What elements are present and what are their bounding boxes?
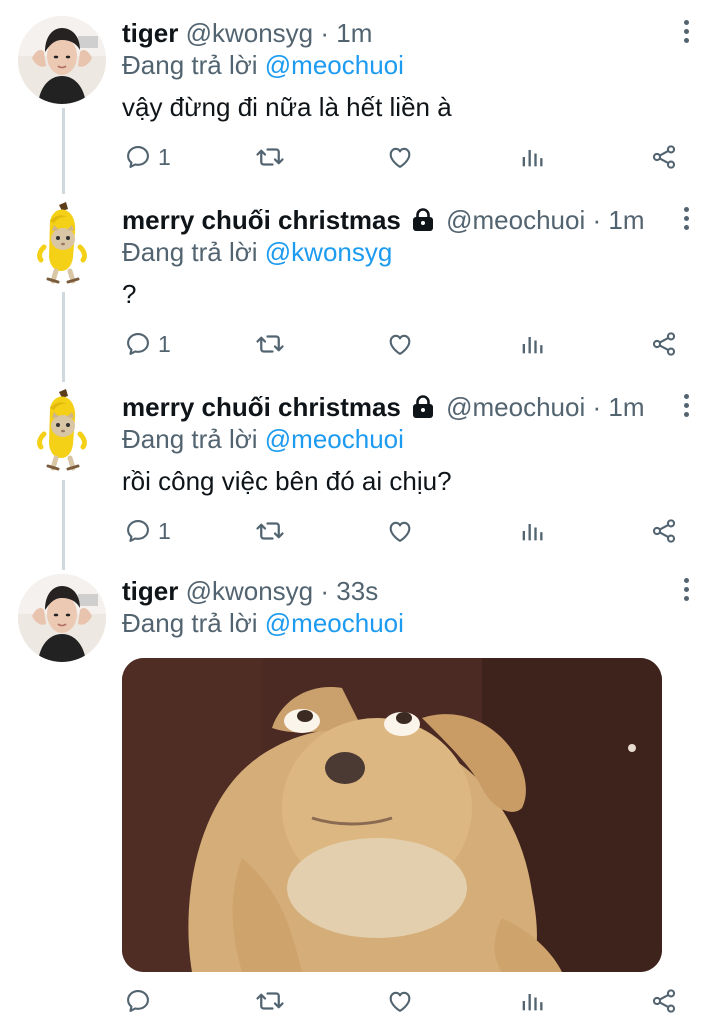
tweet-actions (0, 986, 720, 1016)
reply-count: 1 (158, 330, 171, 357)
tweet-actions: 1 (0, 142, 720, 172)
mention-link[interactable]: @meochuoi (265, 608, 404, 638)
more-options-icon[interactable] (682, 394, 690, 420)
timestamp[interactable]: 1m (608, 205, 644, 235)
reply-count: 1 (158, 143, 171, 170)
person-avatar[interactable] (18, 574, 106, 662)
heart-icon (386, 517, 414, 545)
more-options-icon[interactable] (682, 207, 690, 233)
replying-to-label: Đang trả lời (122, 237, 265, 267)
share-button[interactable] (650, 986, 678, 1016)
retweet-button[interactable] (255, 986, 285, 1016)
more-options-icon[interactable] (682, 578, 690, 604)
heart-icon (386, 330, 414, 358)
retweet-icon (255, 516, 285, 546)
tweet-text: rồi công việc bên đó ai chịu? (122, 466, 452, 496)
replying-to-label: Đang trả lời (122, 50, 265, 80)
like-button[interactable] (386, 986, 414, 1016)
stats-icon (518, 143, 546, 171)
separator-dot: · (320, 576, 330, 606)
analytics-button[interactable] (518, 986, 546, 1016)
lock-icon (411, 395, 435, 419)
mention-link[interactable]: @meochuoi (265, 424, 404, 454)
share-button[interactable] (650, 142, 678, 172)
replying-to-label: Đang trả lời (122, 424, 265, 454)
replying-to: Đang trả lời @meochuoi (122, 48, 404, 82)
display-name[interactable]: merry chuối christmas (122, 205, 401, 235)
handle[interactable]: @kwonsyg (186, 18, 314, 48)
analytics-button[interactable] (518, 516, 546, 546)
share-icon (650, 517, 678, 545)
tweet-header: tiger @kwonsyg · 1m (122, 16, 372, 50)
share-icon (650, 987, 678, 1015)
stats-icon (518, 517, 546, 545)
banana-cat-avatar[interactable] (18, 386, 106, 474)
retweet-button[interactable] (255, 516, 285, 546)
handle[interactable]: @meochuoi (446, 205, 585, 235)
reply-icon (124, 330, 152, 358)
replying-to: Đang trả lời @meochuoi (122, 422, 404, 456)
like-button[interactable] (386, 329, 414, 359)
tweet[interactable]: tiger @kwonsyg · 1m Đang trả lời @meochu… (0, 16, 720, 186)
lock-icon (411, 208, 435, 232)
share-icon (650, 143, 678, 171)
tweet-header: merry chuối christmas @meochuoi · 1m (122, 390, 645, 424)
like-button[interactable] (386, 142, 414, 172)
tweet-header: tiger @kwonsyg · 33s (122, 574, 378, 608)
separator-dot: · (592, 392, 602, 422)
separator-dot: · (320, 18, 330, 48)
timestamp[interactable]: 1m (336, 18, 372, 48)
timestamp[interactable]: 1m (608, 392, 644, 422)
heart-icon (386, 143, 414, 171)
share-icon (650, 330, 678, 358)
reply-icon (124, 517, 152, 545)
tweet-actions: 1 (0, 329, 720, 359)
retweet-icon (255, 986, 285, 1016)
retweet-button[interactable] (255, 142, 285, 172)
stats-icon (518, 330, 546, 358)
mention-link[interactable]: @meochuoi (265, 50, 404, 80)
analytics-button[interactable] (518, 142, 546, 172)
retweet-button[interactable] (255, 329, 285, 359)
analytics-button[interactable] (518, 329, 546, 359)
tweet[interactable]: merry chuối christmas @meochuoi · 1m Đan… (0, 386, 720, 560)
retweet-icon (255, 329, 285, 359)
reply-button[interactable] (124, 986, 158, 1016)
display-name[interactable]: tiger (122, 18, 178, 48)
banana-cat-avatar[interactable] (18, 199, 106, 287)
display-name[interactable]: merry chuối christmas (122, 392, 401, 422)
replying-to: Đang trả lời @meochuoi (122, 606, 404, 640)
handle[interactable]: @meochuoi (446, 392, 585, 422)
tweet-text: ? (122, 279, 137, 309)
reply-button[interactable]: 1 (124, 329, 171, 359)
reply-count: 1 (158, 517, 171, 544)
separator-dot: · (592, 205, 602, 235)
reply-icon (124, 987, 152, 1015)
tweet-actions: 1 (0, 516, 720, 546)
heart-icon (386, 987, 414, 1015)
replying-to: Đang trả lời @kwonsyg (122, 235, 392, 269)
more-options-icon[interactable] (682, 20, 690, 46)
tweet[interactable]: tiger @kwonsyg · 33s Đang trả lời @meoch… (0, 574, 720, 1028)
reply-button[interactable]: 1 (124, 142, 171, 172)
tweet[interactable]: merry chuối christmas @meochuoi · 1m Đan… (0, 199, 720, 373)
like-button[interactable] (386, 516, 414, 546)
share-button[interactable] (650, 329, 678, 359)
dog-photo[interactable] (122, 658, 662, 972)
mention-link[interactable]: @kwonsyg (265, 237, 393, 267)
display-name[interactable]: tiger (122, 576, 178, 606)
reply-button[interactable]: 1 (124, 516, 171, 546)
stats-icon (518, 987, 546, 1015)
timestamp[interactable]: 33s (336, 576, 378, 606)
share-button[interactable] (650, 516, 678, 546)
retweet-icon (255, 142, 285, 172)
handle[interactable]: @kwonsyg (186, 576, 314, 606)
reply-icon (124, 143, 152, 171)
tweet-header: merry chuối christmas @meochuoi · 1m (122, 203, 645, 237)
person-avatar[interactable] (18, 16, 106, 104)
replying-to-label: Đang trả lời (122, 608, 265, 638)
tweet-text: vậy đừng đi nữa là hết liền à (122, 92, 452, 122)
dog-photo-image (122, 658, 662, 972)
